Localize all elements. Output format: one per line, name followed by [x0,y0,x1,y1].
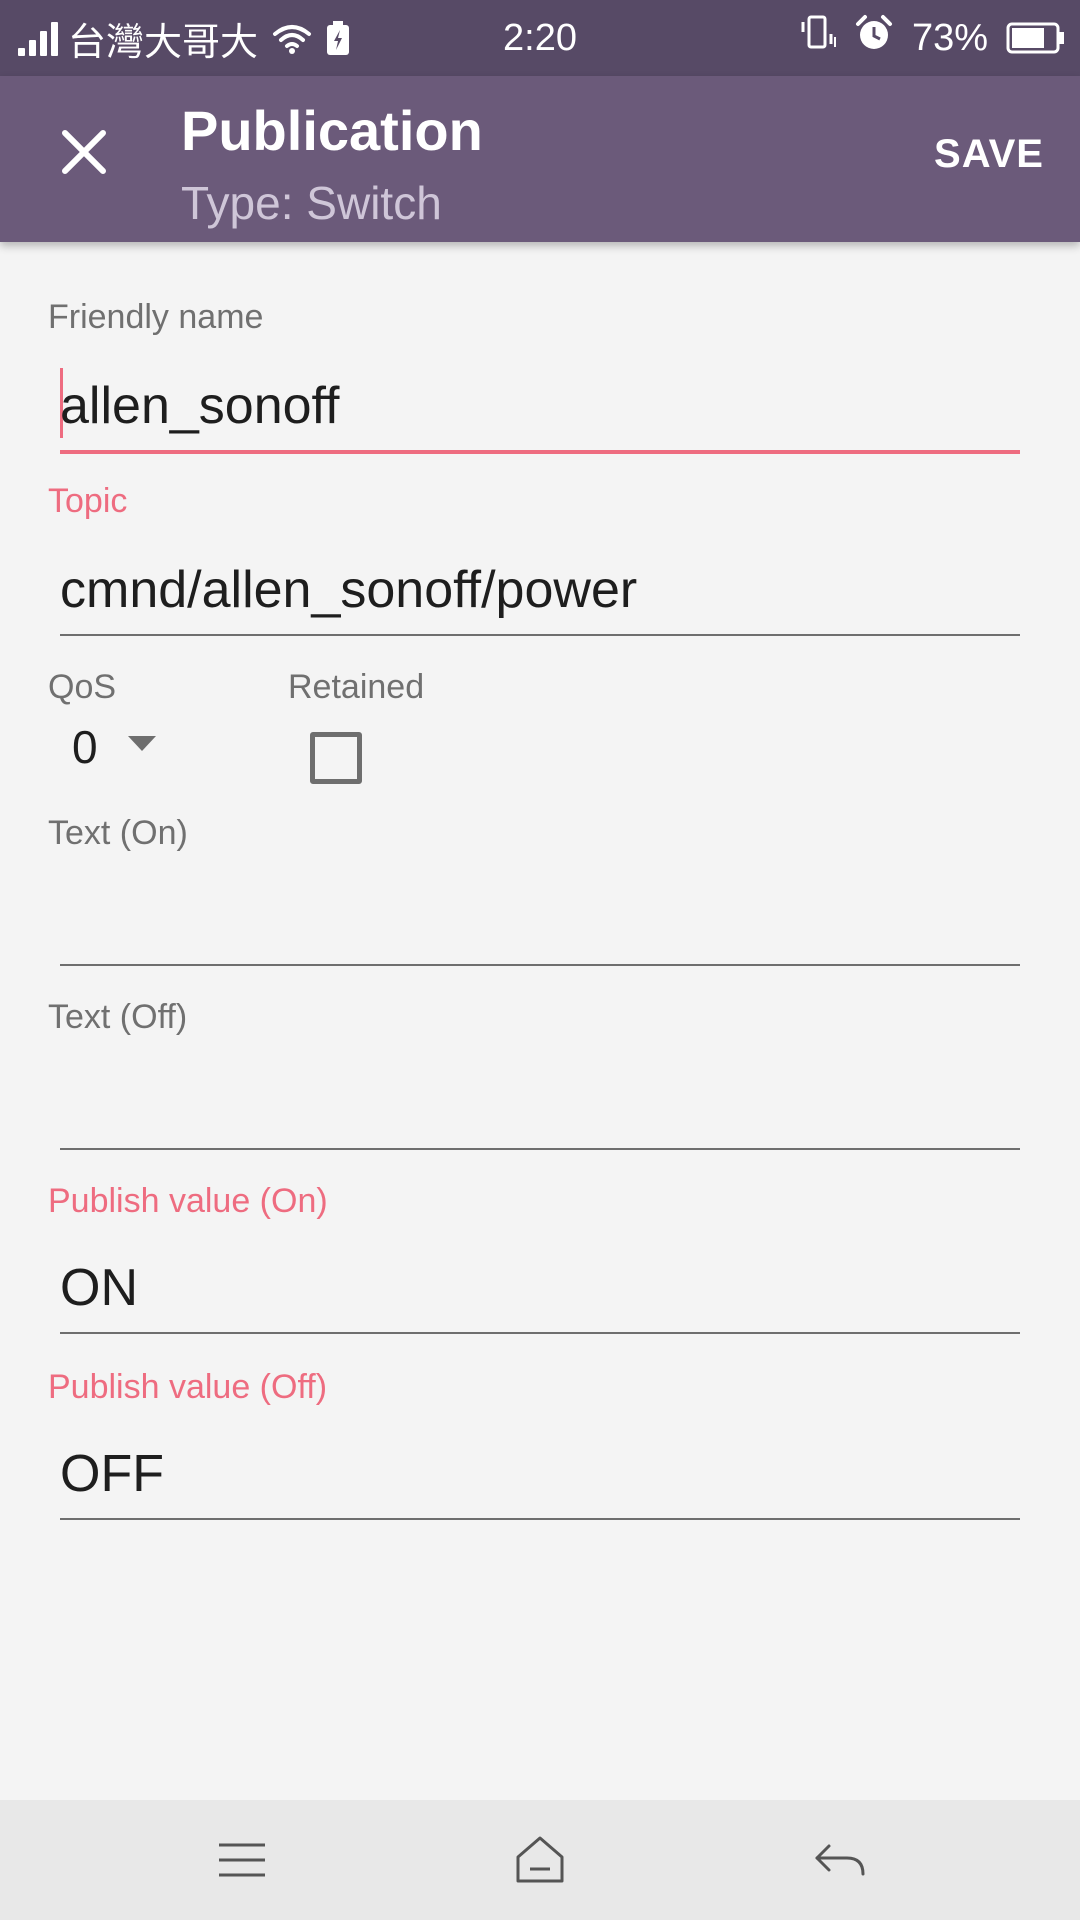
carrier-name: 台灣大哥大 [68,21,259,64]
retained-checkbox[interactable] [310,732,362,784]
dropdown-arrow-icon[interactable] [128,736,156,751]
wifi-icon [272,22,312,54]
topic-label: Topic [48,482,128,520]
friendly-name-label: Friendly name [48,298,264,336]
back-icon [815,1844,865,1876]
close-icon [62,130,106,174]
retained-label: Retained [288,668,425,706]
status-bar: 台灣大哥大 2:20 73% [0,0,1080,76]
publish-on-label: Publish value (On) [48,1182,328,1220]
menu-button[interactable] [202,1830,282,1890]
publish-off-label: Publish value (Off) [48,1368,328,1406]
home-button[interactable] [500,1830,580,1890]
alarm-icon [854,14,894,62]
topic-field[interactable]: cmnd/allen_sonoff/power [60,546,1020,636]
topic-value: cmnd/allen_sonoff/power [60,561,638,619]
text-on-label: Text (On) [48,814,188,852]
text-off-field[interactable] [60,1060,1020,1150]
qos-dropdown[interactable]: 0 [72,720,98,774]
vibrate-icon [798,14,836,62]
status-right: 73% [780,0,1066,76]
save-button[interactable]: SAVE [934,132,1044,177]
publish-on-field[interactable]: ON [60,1244,1020,1334]
friendly-name-value: allen_sonoff [60,377,340,435]
friendly-name-field[interactable]: allen_sonoff [60,364,1020,454]
status-left: 台灣大哥大 [18,0,364,76]
text-on-field[interactable] [60,876,1020,966]
charging-icon [326,20,350,56]
navigation-bar [0,1800,1080,1920]
app-bar: Publication Type: Switch SAVE [0,76,1080,242]
page-subtitle: Type: Switch [181,177,442,229]
back-button[interactable] [800,1830,880,1890]
signal-icon [18,20,62,56]
publish-off-field[interactable]: OFF [60,1430,1020,1520]
qos-label: QoS [48,668,117,706]
publish-on-value: ON [60,1259,138,1317]
battery-icon [1006,21,1066,55]
home-icon [516,1836,564,1883]
page-title: Publication [181,99,483,162]
menu-icon [219,1843,265,1877]
close-button[interactable] [48,116,120,188]
publish-off-value: OFF [60,1445,164,1503]
battery-percent: 73% [911,16,988,59]
text-off-label: Text (Off) [48,998,188,1036]
